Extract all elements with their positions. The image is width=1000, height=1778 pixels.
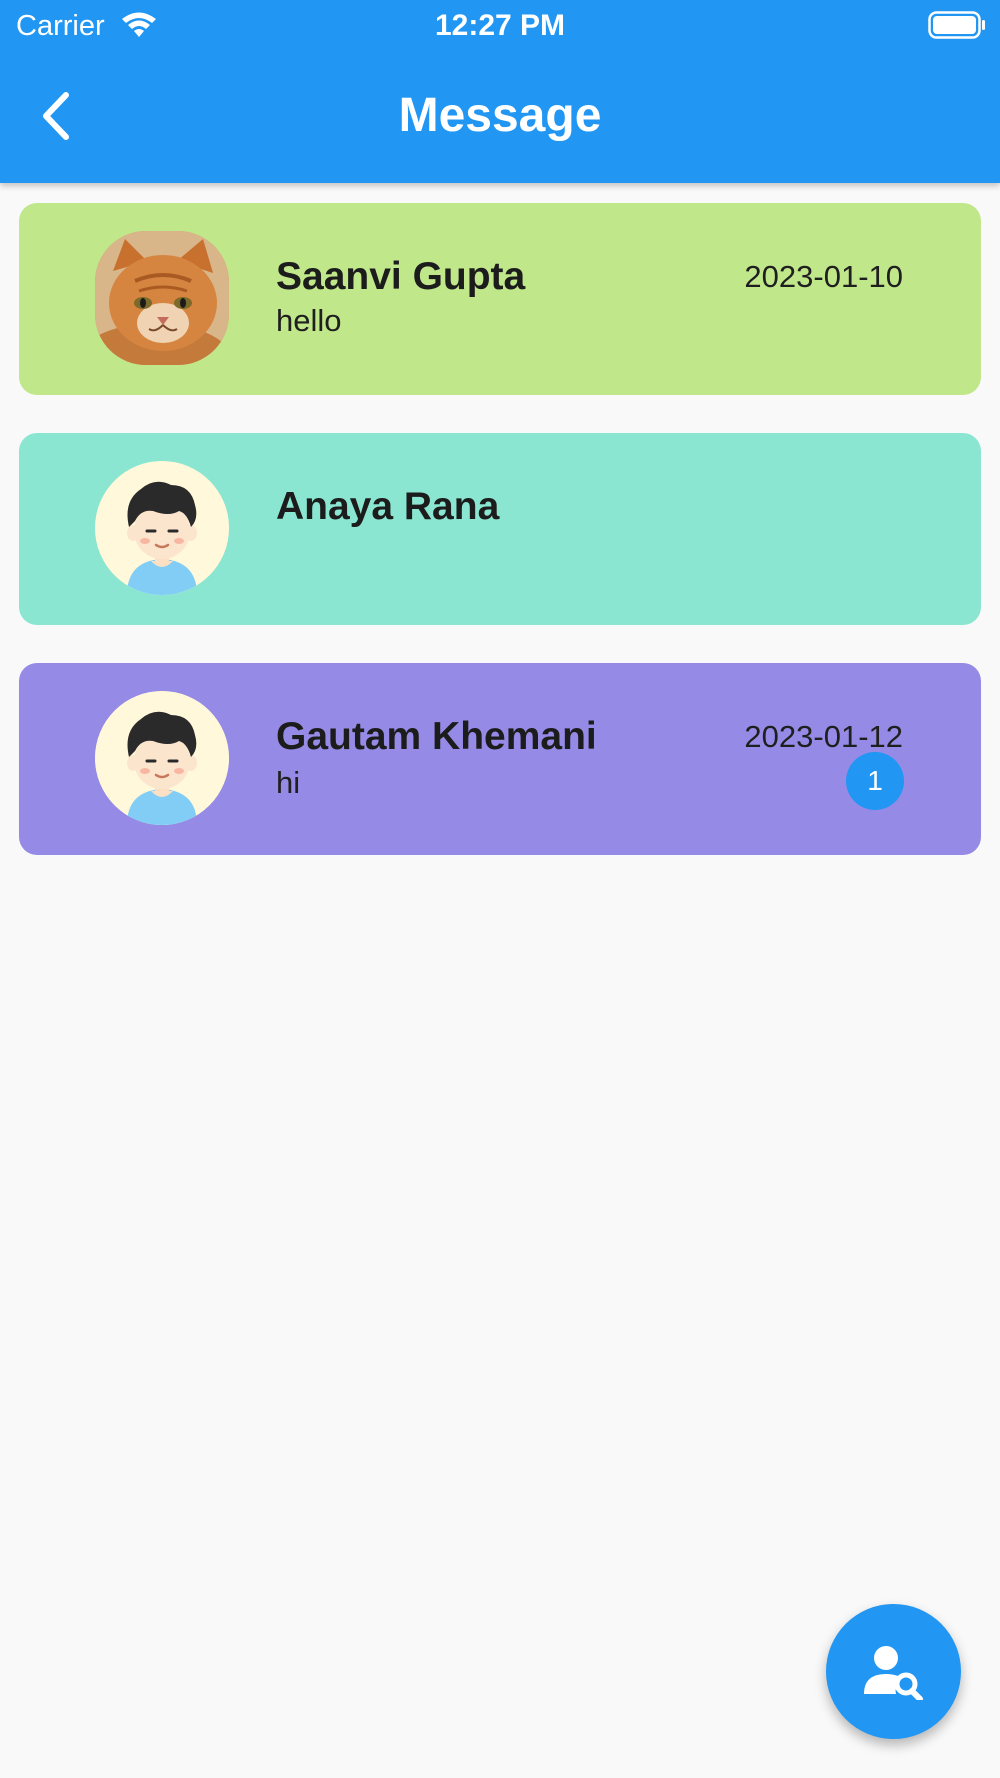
boy-cartoon-avatar (95, 691, 229, 825)
message-preview: hi (276, 765, 301, 800)
cat-photo (95, 231, 229, 365)
app-bar: Carrier 12:27 PM Message (0, 0, 1000, 183)
avatar (95, 461, 229, 595)
avatar (95, 231, 229, 365)
page-title: Message (398, 89, 602, 142)
conversation-card[interactable]: Gautam Khemani hi 2023-01-12 1 (19, 663, 981, 855)
conversation-card[interactable]: Anaya Rana (19, 433, 981, 625)
search-user-button[interactable] (826, 1604, 961, 1739)
unread-badge: 1 (846, 752, 904, 810)
status-time: 12:27 PM (434, 9, 566, 42)
contact-name: Anaya Rana (276, 485, 500, 528)
user-search-icon (863, 1645, 923, 1700)
message-preview: hello (276, 303, 342, 338)
contact-name: Gautam Khemani (276, 715, 597, 758)
conversation-card[interactable]: Saanvi Gupta hello 2023-01-10 (19, 203, 981, 395)
contact-name: Saanvi Gupta (276, 255, 526, 298)
battery-icon (928, 11, 985, 39)
boy-cartoon-avatar (95, 461, 229, 595)
status-bar: Carrier 12:27 PM (0, 0, 1000, 50)
message-date: 2023-01-12 (744, 719, 903, 754)
message-date: 2023-01-10 (744, 259, 903, 294)
avatar (95, 691, 229, 825)
